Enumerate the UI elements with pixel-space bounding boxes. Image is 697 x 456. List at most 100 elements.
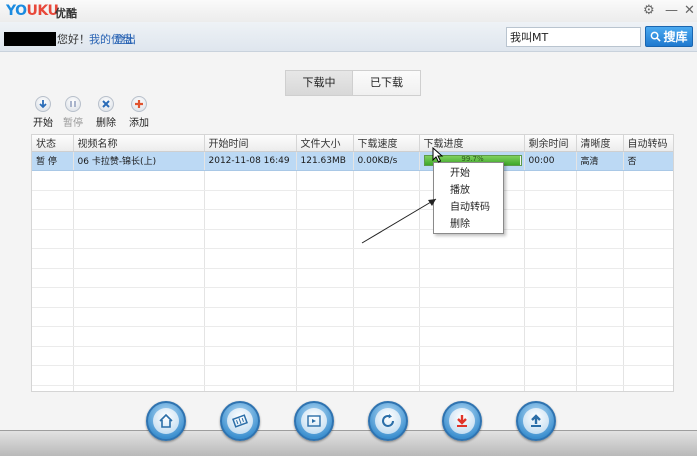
pause-label: 暂停	[63, 118, 83, 129]
empty-cell	[296, 307, 354, 327]
upload-button[interactable]	[516, 401, 556, 441]
col-status[interactable]: 状态	[32, 135, 74, 152]
film-icon	[232, 414, 248, 428]
empty-cell	[204, 209, 297, 230]
empty-cell	[73, 248, 205, 269]
empty-cell	[524, 170, 577, 191]
menu-item-delete[interactable]: 删除	[434, 216, 503, 233]
empty-cell	[73, 307, 205, 327]
table-row-empty	[32, 248, 673, 269]
empty-cell	[204, 307, 297, 327]
empty-cell	[204, 326, 297, 347]
search-button-label: 搜库	[663, 30, 688, 44]
menu-item-auto-transcode[interactable]: 自动转码	[434, 199, 503, 216]
empty-cell	[73, 229, 205, 249]
empty-cell	[623, 170, 673, 191]
empty-cell	[296, 170, 354, 191]
empty-cell	[353, 326, 420, 347]
start-button[interactable]: 开始	[31, 96, 55, 129]
table-row[interactable]: 暂 停 06 卡拉赞-锦长(上) 2012-11-08 16:49 121.63…	[32, 151, 673, 171]
cell-size: 121.63MB	[296, 151, 354, 171]
empty-cell	[623, 346, 673, 366]
logout-link[interactable]: 登出	[114, 31, 136, 47]
empty-cell	[623, 287, 673, 308]
col-speed[interactable]: 下载速度	[353, 135, 420, 152]
arrow-down-icon	[39, 100, 47, 109]
col-name[interactable]: 视频名称	[73, 135, 205, 152]
empty-cell	[353, 385, 420, 391]
col-remaining[interactable]: 剩余时间	[524, 135, 577, 152]
empty-cell	[353, 307, 420, 327]
menu-item-start[interactable]: 开始	[434, 165, 503, 182]
tab-downloading[interactable]: 下载中	[285, 70, 353, 96]
menu-item-play[interactable]: 播放	[434, 182, 503, 199]
table-row-empty	[32, 365, 673, 386]
search-button[interactable]: 搜库	[645, 26, 693, 47]
empty-cell	[524, 385, 577, 391]
col-quality[interactable]: 清晰度	[576, 135, 624, 152]
empty-cell	[296, 248, 354, 269]
cell-status: 暂 停	[32, 151, 74, 171]
mouse-cursor-icon	[432, 147, 444, 163]
empty-cell	[204, 385, 297, 391]
empty-cell	[524, 287, 577, 308]
empty-cell	[524, 248, 577, 269]
empty-cell	[204, 190, 297, 210]
empty-cell	[576, 268, 624, 288]
col-auto-transcode[interactable]: 自动转码	[623, 135, 673, 152]
sync-button[interactable]	[368, 401, 408, 441]
empty-cell	[32, 287, 74, 308]
empty-cell	[73, 287, 205, 308]
add-button[interactable]: 添加	[127, 96, 151, 129]
home-button[interactable]	[146, 401, 186, 441]
empty-cell	[419, 385, 525, 391]
download-button[interactable]	[442, 401, 482, 441]
empty-cell	[576, 365, 624, 386]
close-button[interactable]: ✕	[684, 3, 695, 18]
settings-icon[interactable]: ⚙	[643, 3, 655, 18]
cell-speed: 0.00KB/s	[353, 151, 420, 171]
empty-cell	[576, 326, 624, 347]
empty-cell	[73, 326, 205, 347]
empty-cell	[576, 248, 624, 269]
col-size[interactable]: 文件大小	[296, 135, 354, 152]
home-icon	[159, 413, 173, 428]
pause-icon	[70, 101, 76, 107]
empty-cell	[419, 326, 525, 347]
empty-cell	[73, 365, 205, 386]
empty-cell	[576, 229, 624, 249]
table-row-empty	[32, 268, 673, 288]
empty-cell	[296, 326, 354, 347]
annotation-arrow-icon	[361, 198, 437, 244]
cell-auto-transcode: 否	[623, 151, 673, 171]
plus-icon	[135, 100, 143, 108]
title-bar: YOUKU 优酷 ⚙ — ✕	[0, 0, 697, 22]
pause-button[interactable]: 暂停	[61, 96, 85, 129]
empty-cell	[32, 248, 74, 269]
search-input[interactable]	[506, 27, 641, 47]
minimize-button[interactable]: —	[665, 3, 678, 18]
app-name-cn: 优酷	[55, 7, 77, 20]
tab-downloaded[interactable]: 已下载	[353, 70, 421, 96]
table-row-empty	[32, 170, 673, 191]
dock-base	[0, 430, 697, 456]
empty-cell	[73, 190, 205, 210]
col-start-time[interactable]: 开始时间	[204, 135, 297, 152]
empty-cell	[576, 287, 624, 308]
media-list-button[interactable]	[294, 401, 334, 441]
empty-cell	[419, 268, 525, 288]
empty-cell	[623, 307, 673, 327]
empty-cell	[524, 229, 577, 249]
empty-cell	[73, 346, 205, 366]
empty-cell	[204, 170, 297, 191]
bottom-dock	[0, 398, 697, 456]
empty-cell	[204, 229, 297, 249]
empty-cell	[296, 365, 354, 386]
empty-cell	[419, 248, 525, 269]
delete-button[interactable]: 删除	[94, 96, 118, 129]
video-library-button[interactable]	[220, 401, 260, 441]
empty-cell	[296, 190, 354, 210]
table-row-empty	[32, 307, 673, 327]
empty-cell	[204, 365, 297, 386]
empty-cell	[353, 268, 420, 288]
